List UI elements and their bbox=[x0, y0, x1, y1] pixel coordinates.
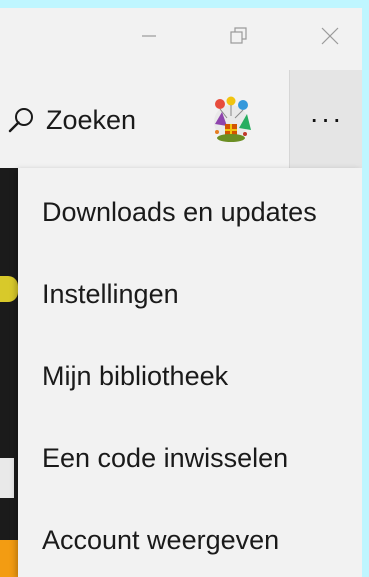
search-label: Zoeken bbox=[46, 104, 137, 135]
background-image-fragment bbox=[0, 276, 18, 302]
more-options-button[interactable]: ··· bbox=[289, 70, 362, 168]
search-button[interactable]: Zoeken bbox=[6, 98, 136, 142]
menu-item-downloads-updates[interactable]: Downloads en updates bbox=[18, 172, 362, 252]
menu-item-view-account[interactable]: Account weergeven bbox=[18, 500, 362, 577]
search-icon bbox=[8, 108, 33, 133]
more-options-menu: Downloads en updates Instellingen Mijn b… bbox=[18, 168, 362, 577]
toolbar: Zoeken ··· bbox=[0, 70, 362, 168]
background-image-fragment bbox=[0, 458, 14, 498]
restore-button[interactable] bbox=[215, 14, 263, 58]
more-icon: ··· bbox=[309, 103, 344, 134]
menu-item-redeem-code[interactable]: Een code inwisselen bbox=[18, 418, 362, 498]
user-avatar-button[interactable] bbox=[205, 94, 257, 146]
restore-icon bbox=[230, 27, 247, 44]
background-image-fragment bbox=[0, 540, 18, 577]
background-content-strip bbox=[0, 168, 18, 577]
party-avatar-icon bbox=[214, 96, 251, 142]
store-window: Zoeken ··· Downloads en updates Instelli… bbox=[0, 8, 362, 577]
menu-item-settings[interactable]: Instellingen bbox=[18, 254, 362, 334]
menu-item-my-library[interactable]: Mijn bibliotheek bbox=[18, 336, 362, 416]
close-button[interactable] bbox=[306, 14, 354, 58]
close-icon bbox=[321, 27, 339, 45]
title-bar bbox=[0, 8, 362, 70]
minimize-icon bbox=[142, 35, 156, 37]
minimize-button[interactable] bbox=[125, 14, 173, 58]
